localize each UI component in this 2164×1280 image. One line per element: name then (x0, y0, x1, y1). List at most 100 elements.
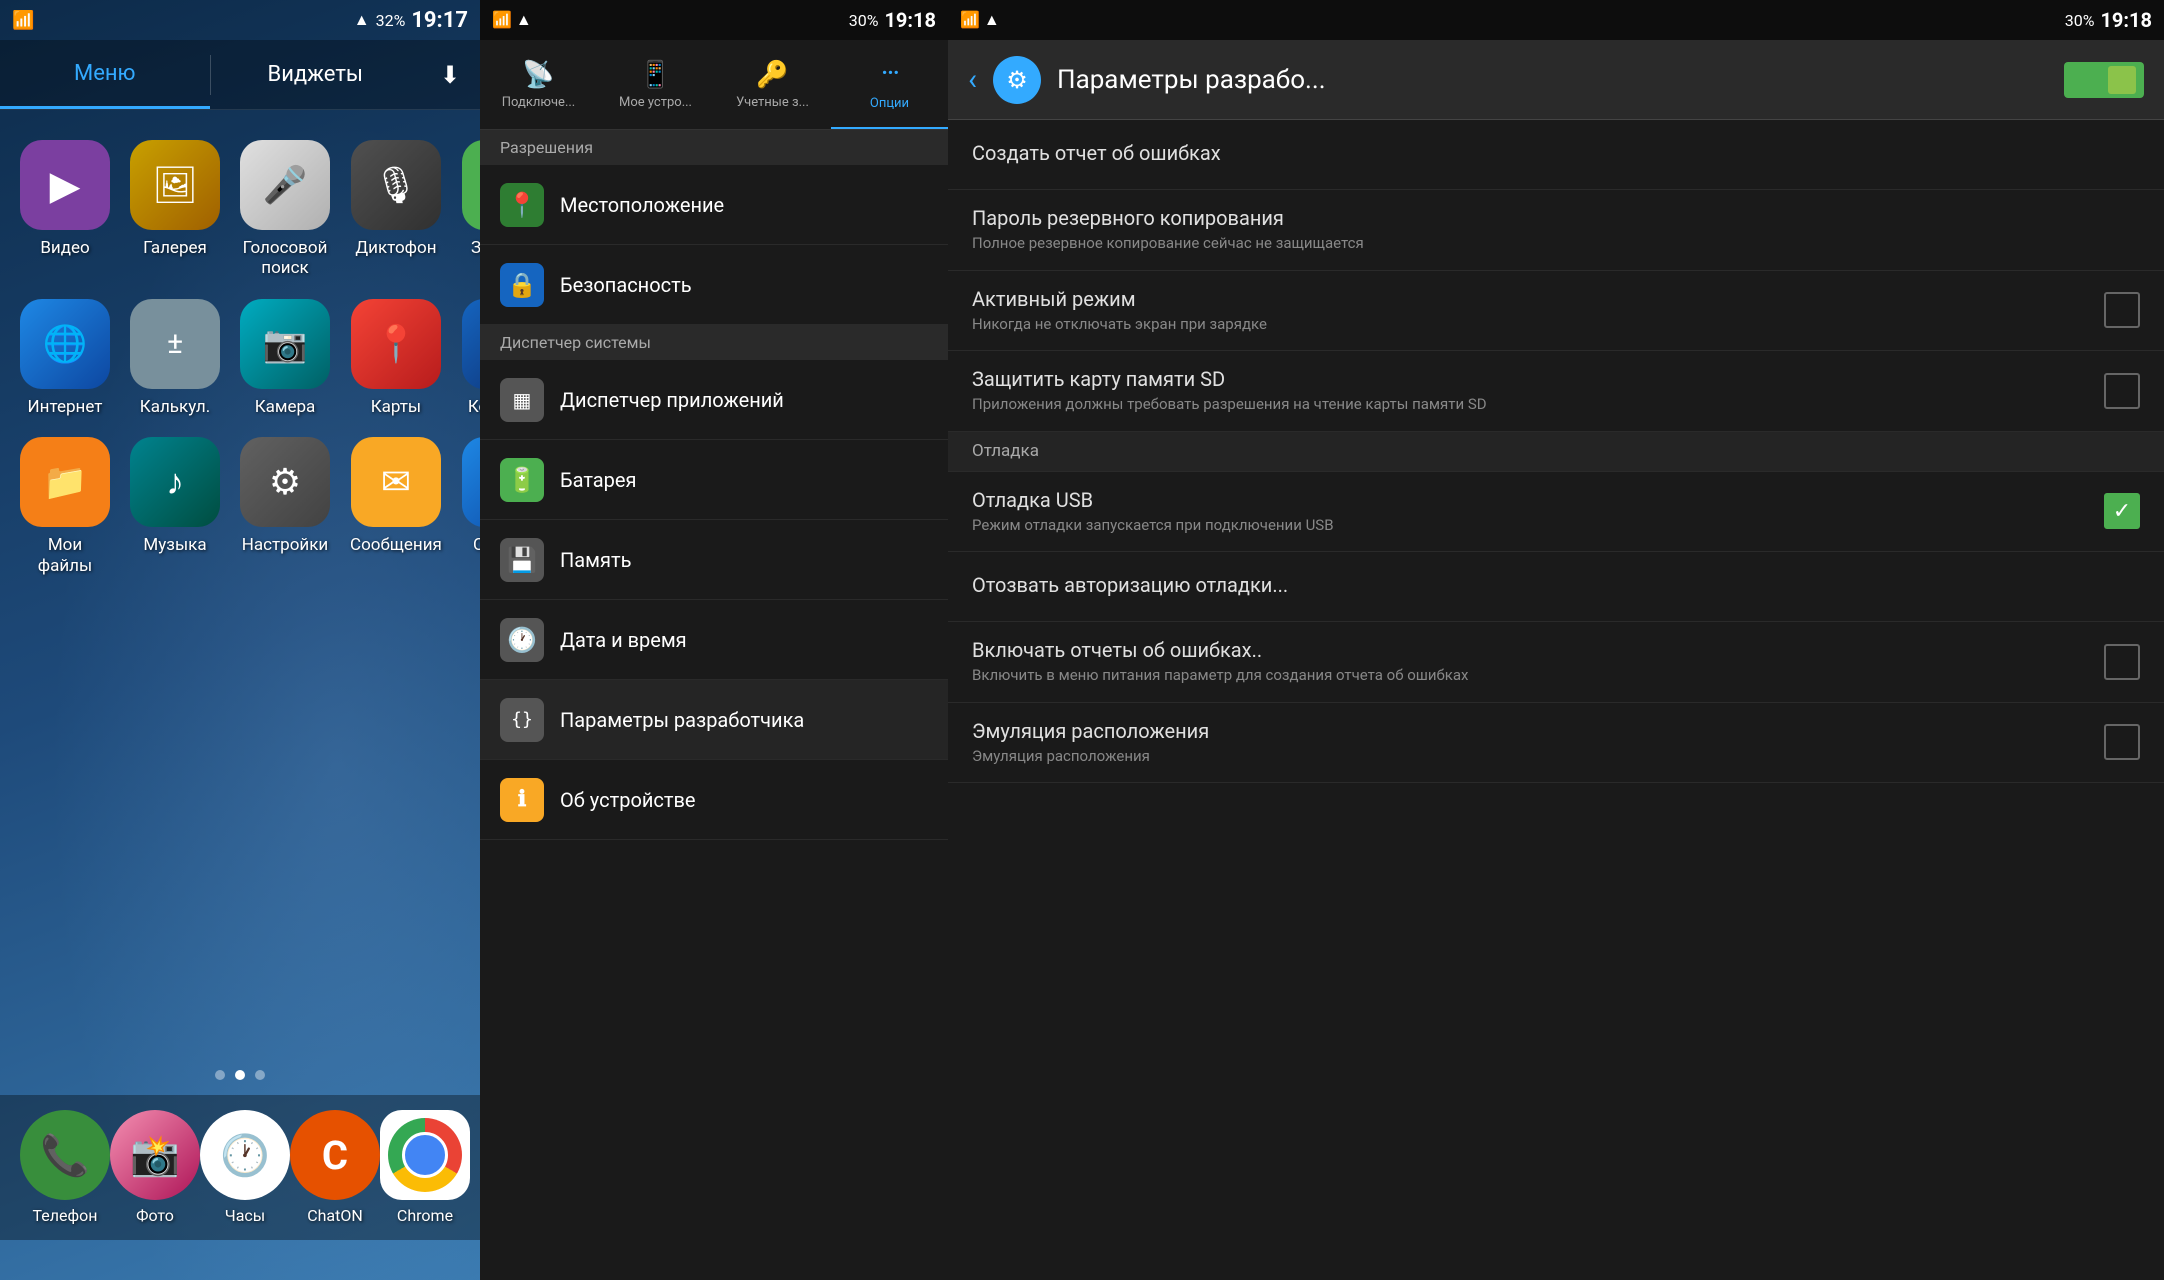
app-messages-label: Сообщения (350, 535, 442, 555)
app-help[interactable]: ? Справка (462, 437, 480, 576)
settings-item-data-vremya[interactable]: 🕐 Дата и время (480, 600, 948, 680)
usb-debug-checkbox[interactable]: ✓ (2104, 493, 2140, 529)
dock-chaton-icon: C (290, 1110, 380, 1200)
app-downloads-icon: ⬇ (462, 140, 480, 230)
tab-moyo-ustro[interactable]: 📱 Мое устро... (597, 40, 714, 129)
tab-widgets[interactable]: Виджеты (211, 40, 421, 109)
settings-item-dispetcher-prilozheny[interactable]: ▦ Диспетчер приложений (480, 360, 948, 440)
usb-debug-content: Отладка USB Режим отладки запускается пр… (972, 488, 2088, 536)
dock-clock-label: Часы (225, 1206, 265, 1225)
app-camera[interactable]: 📷 Камера (240, 299, 330, 417)
bezopasnost-label: Безопасность (560, 273, 692, 297)
dev-item-create-report[interactable]: Создать отчет об ошибках (948, 120, 2164, 190)
dev-header: ‹ ⚙ Параметры разрабо... (948, 40, 2164, 120)
settings-panel: 📶 ▲ 30% 19:18 📡 Подключе... 📱 Мое устро.… (480, 0, 948, 1280)
usb-debug-title: Отладка USB (972, 488, 2088, 512)
dev-item-active-mode[interactable]: Активный режим Никогда не отключать экра… (948, 271, 2164, 352)
app-downloads[interactable]: ⬇ Загрузки (462, 140, 480, 279)
app-music-icon: ♪ (130, 437, 220, 527)
dock-chaton[interactable]: C ChatON (290, 1110, 380, 1225)
dev-status-right: 30% 19:18 (2065, 8, 2152, 32)
dev-item-enable-error-reports[interactable]: Включать отчеты об ошибках.. Включить в … (948, 622, 2164, 703)
ob-ustroystve-label: Об устройстве (560, 788, 696, 812)
backup-password-title: Пароль резервного копирования (972, 206, 2140, 230)
settings-status-bar: 📶 ▲ 30% 19:18 (480, 0, 948, 40)
batareja-label: Батарея (560, 468, 636, 492)
dev-toggle[interactable] (2064, 62, 2144, 98)
app-music[interactable]: ♪ Музыка (130, 437, 220, 576)
dev-item-revoke-auth[interactable]: Отозвать авторизацию отладки... (948, 552, 2164, 622)
dev-options-panel: 📶 ▲ 30% 19:18 ‹ ⚙ Параметры разрабо... С… (948, 0, 2164, 1280)
app-settings[interactable]: ⚙ Настройки (240, 437, 330, 576)
dev-status-left: 📶 ▲ (960, 10, 1000, 30)
dock-photo[interactable]: 📸 Фото (110, 1110, 200, 1225)
app-calc[interactable]: ± Калькул. (130, 299, 220, 417)
dispetcher-label: Диспетчер приложений (560, 388, 784, 412)
protect-sd-content: Защитить карту памяти SD Приложения долж… (972, 367, 2088, 415)
app-contacts[interactable]: 👤 Контакты (462, 299, 480, 417)
dev-options-icon: {} (500, 698, 544, 742)
active-mode-subtitle: Никогда не отключать экран при зарядке (972, 315, 2088, 335)
settings-item-bezopasnost[interactable]: 🔒 Безопасность (480, 245, 948, 325)
gear-icon: ⚙ (1006, 66, 1028, 94)
backup-password-subtitle: Полное резервное копирование сейчас не з… (972, 234, 2140, 254)
tab-uchetnye[interactable]: 🔑 Учетные з... (714, 40, 831, 129)
active-mode-checkbox[interactable] (2104, 292, 2140, 328)
settings-item-ob-ustroystve[interactable]: ℹ Об устройстве (480, 760, 948, 840)
back-button[interactable]: ‹ (968, 62, 977, 97)
revoke-auth-content: Отозвать авторизацию отладки... (972, 573, 2140, 601)
active-mode-content: Активный режим Никогда не отключать экра… (972, 287, 2088, 335)
usb-debug-subtitle: Режим отладки запускается при подключени… (972, 516, 2088, 536)
tab-podklyuchenie[interactable]: 📡 Подключе... (480, 40, 597, 129)
protect-sd-checkbox[interactable] (2104, 373, 2140, 409)
revoke-auth-title: Отозвать авторизацию отладки... (972, 573, 2140, 597)
app-messages[interactable]: ✉ Сообщения (350, 437, 442, 576)
moyo-ustro-icon: 📱 (639, 60, 671, 90)
backup-password-content: Пароль резервного копирования Полное рез… (972, 206, 2140, 254)
dock-phone[interactable]: 📞 Телефон (20, 1110, 110, 1225)
app-dictophone[interactable]: 🎙 Диктофон (350, 140, 442, 279)
app-myfiles[interactable]: 📁 Мои файлы (20, 437, 110, 576)
active-mode-title: Активный режим (972, 287, 2088, 311)
emulation-subtitle: Эмуляция расположения (972, 747, 2088, 767)
dev-item-emulation[interactable]: Эмуляция расположения Эмуляция расположе… (948, 703, 2164, 784)
optsii-label: Опции (870, 96, 909, 111)
dev-item-protect-sd[interactable]: Защитить карту памяти SD Приложения долж… (948, 351, 2164, 432)
app-maps[interactable]: 📍 Карты (350, 299, 442, 417)
dev-status-bar: 📶 ▲ 30% 19:18 (948, 0, 2164, 40)
download-tab[interactable]: ⬇ (420, 61, 480, 89)
tab-menu[interactable]: Меню (0, 40, 210, 109)
settings-item-mestopolozhenie[interactable]: 📍 Местоположение (480, 165, 948, 245)
create-report-content: Создать отчет об ошибках (972, 141, 2140, 169)
app-myfiles-icon: 📁 (20, 437, 110, 527)
app-internet[interactable]: 🌐 Интернет (20, 299, 110, 417)
app-calc-label: Калькул. (140, 397, 210, 417)
page-indicators (0, 1070, 480, 1080)
emulation-checkbox[interactable] (2104, 724, 2140, 760)
settings-item-batareja[interactable]: 🔋 Батарея (480, 440, 948, 520)
dev-item-usb-debug[interactable]: Отладка USB Режим отладки запускается пр… (948, 472, 2164, 553)
app-music-label: Музыка (143, 535, 206, 555)
dev-header-title: Параметры разрабо... (1057, 65, 2048, 95)
uchetnye-label: Учетные з... (736, 95, 809, 110)
app-gallery[interactable]: 🖼 Галерея (130, 140, 220, 279)
tab-optsii[interactable]: ··· Опции (831, 40, 948, 129)
settings-section-dispetcher: Диспетчер системы (480, 325, 948, 360)
settings-item-pamyat[interactable]: 💾 Память (480, 520, 948, 600)
app-voice-search[interactable]: 🎤 Голосовой поиск (240, 140, 330, 279)
app-camera-icon: 📷 (240, 299, 330, 389)
app-video[interactable]: ▶ Видео (20, 140, 110, 279)
settings-tab-bar: 📡 Подключе... 📱 Мое устро... 🔑 Учетные з… (480, 40, 948, 130)
dock-chrome-label: Chrome (397, 1206, 453, 1225)
enable-error-reports-checkbox[interactable] (2104, 644, 2140, 680)
dev-item-backup-password[interactable]: Пароль резервного копирования Полное рез… (948, 190, 2164, 271)
app-grid: ▶ Видео 🖼 Галерея 🎤 Голосовой поиск 🎙 Ди… (0, 110, 480, 606)
dock-chrome[interactable]: Chrome (380, 1110, 470, 1225)
app-video-icon: ▶ (20, 140, 110, 230)
dev-section-otladka: Отладка (948, 432, 2164, 472)
moyo-ustro-label: Мое устро... (619, 95, 692, 110)
dispetcher-icon: ▦ (500, 378, 544, 422)
dev-options-label: Параметры разработчика (560, 708, 804, 732)
dock-clock[interactable]: 🕐 Часы (200, 1110, 290, 1225)
settings-item-dev-options[interactable]: {} Параметры разработчика (480, 680, 948, 760)
